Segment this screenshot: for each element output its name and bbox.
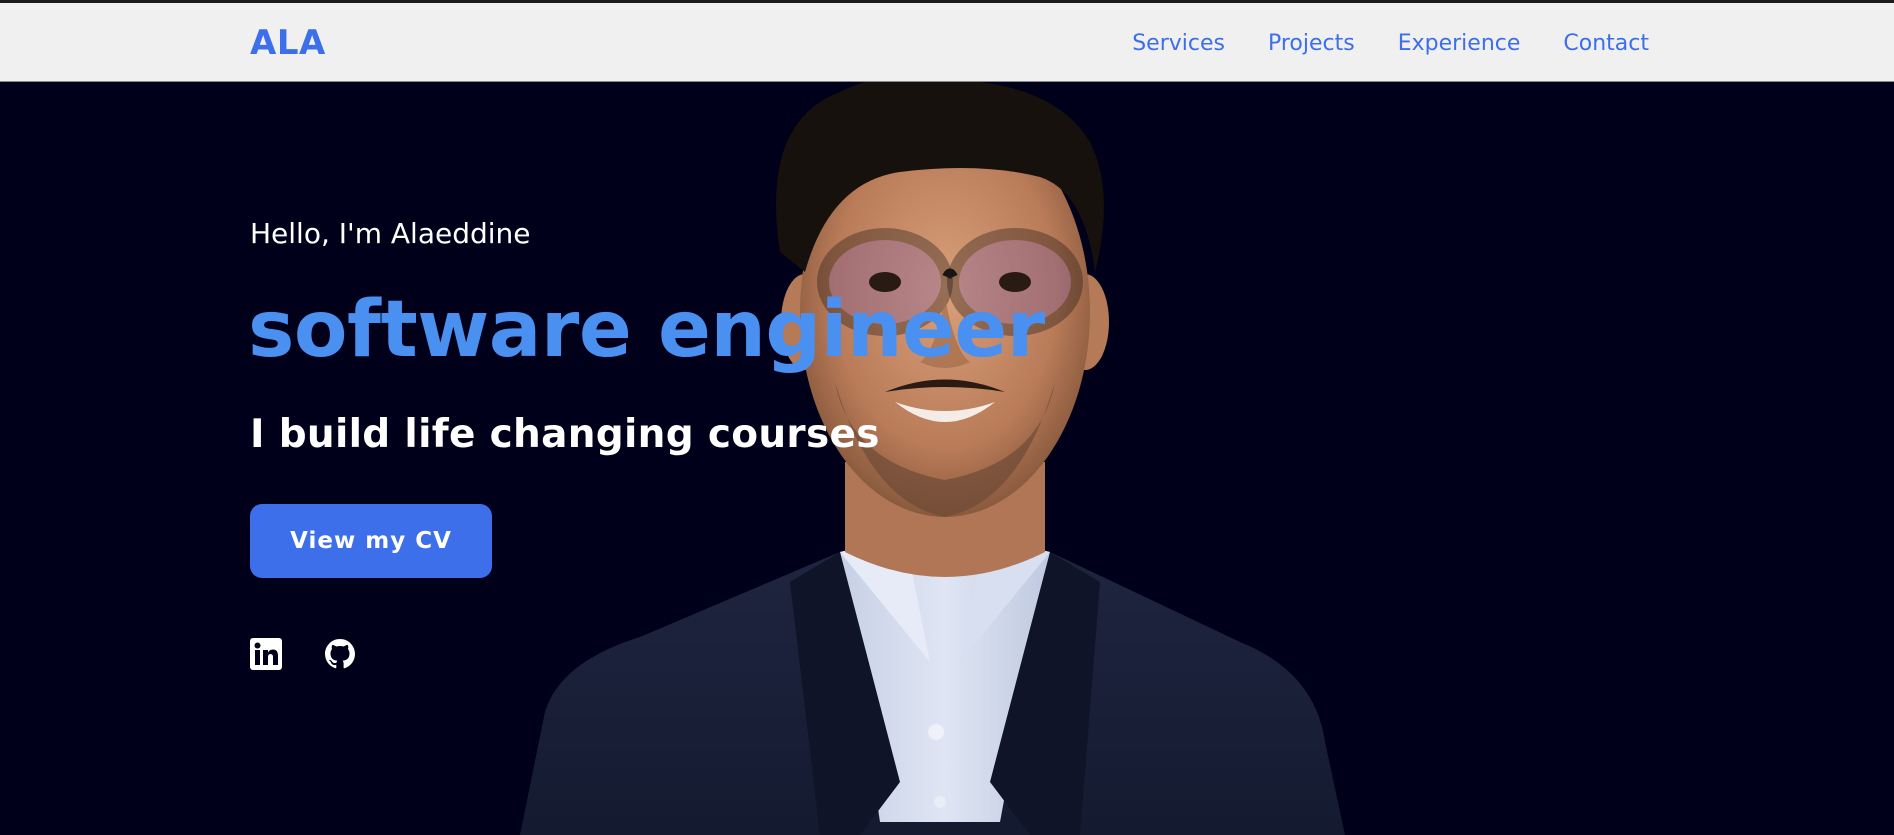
nav-links: Services Projects Experience Contact xyxy=(1132,31,1649,56)
nav-link-experience[interactable]: Experience xyxy=(1398,31,1521,56)
top-navbar: ALA Services Projects Experience Contact xyxy=(0,3,1894,82)
nav-link-projects[interactable]: Projects xyxy=(1268,31,1355,56)
github-icon[interactable] xyxy=(324,638,356,670)
view-cv-button[interactable]: View my CV xyxy=(250,504,492,578)
hero-portrait-image xyxy=(0,82,1894,835)
nav-link-services[interactable]: Services xyxy=(1132,31,1225,56)
site-logo[interactable]: ALA xyxy=(250,23,326,63)
hero-tagline: I build life changing courses xyxy=(250,412,880,457)
hero-greeting: Hello, I'm Alaeddine xyxy=(250,217,531,250)
nav-link-contact[interactable]: Contact xyxy=(1563,31,1649,56)
social-links xyxy=(250,638,356,670)
portfolio-page: ALA Services Projects Experience Contact… xyxy=(0,0,1894,835)
hero-role-title: software engineer xyxy=(248,285,1045,375)
linkedin-icon[interactable] xyxy=(250,638,282,670)
